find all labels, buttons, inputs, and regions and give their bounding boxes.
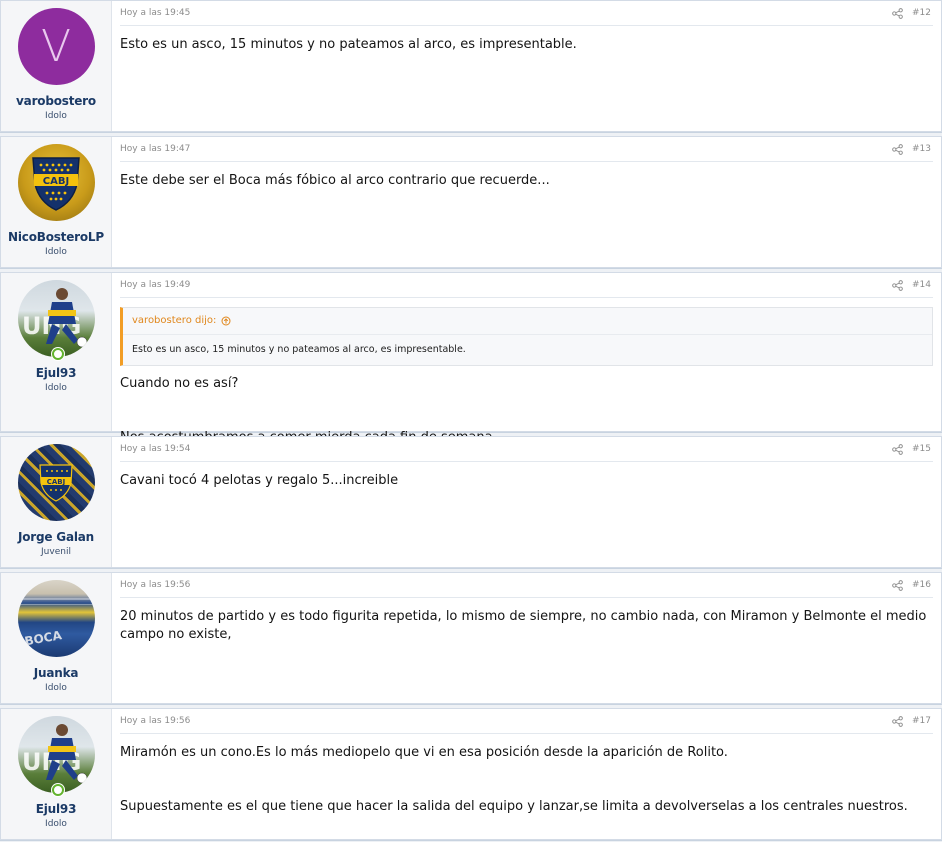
- post-user-cell: UNG Ejul93 Idolo: [1, 273, 112, 431]
- user-title: Idolo: [45, 819, 67, 829]
- post-main: Hoy a las 19:54 #15 Cavani tocó 4 pelota…: [112, 437, 941, 567]
- post-text: Este debe ser el Boca más fóbico al arco…: [120, 173, 550, 188]
- post-user-cell: V varobostero Idolo: [1, 1, 112, 131]
- username[interactable]: varobostero: [16, 94, 96, 108]
- svg-text:CABJ: CABJ: [47, 478, 66, 486]
- post-number[interactable]: #14: [912, 280, 931, 290]
- post-time[interactable]: Hoy a las 19:47: [120, 144, 190, 154]
- user-title: Idolo: [45, 683, 67, 693]
- username[interactable]: Juanka: [34, 666, 79, 680]
- post-time[interactable]: Hoy a las 19:49: [120, 280, 190, 290]
- post-17: UNG Ejul93 Idolo Hoy a las 19:56: [0, 708, 942, 840]
- user-title: Idolo: [45, 247, 67, 257]
- post-time[interactable]: Hoy a las 19:45: [120, 8, 190, 18]
- post-header: Hoy a las 19:47 #13: [120, 137, 933, 162]
- post-number[interactable]: #17: [912, 716, 931, 726]
- avatar[interactable]: UNG: [17, 280, 95, 357]
- post-number[interactable]: #15: [912, 444, 931, 454]
- post-number[interactable]: #12: [912, 8, 931, 18]
- post-time[interactable]: Hoy a las 19:56: [120, 580, 190, 590]
- post-body: 20 minutos de partido y es todo figurita…: [120, 598, 933, 644]
- post-header: Hoy a las 19:49 #14: [120, 273, 933, 298]
- post-15: CABJ Jorge Galan Juvenil Hoy a las 19:54…: [0, 436, 942, 568]
- share-icon[interactable]: [892, 579, 903, 591]
- svg-text:CABJ: CABJ: [43, 176, 69, 187]
- post-user-cell: CABJ Jorge Galan Juvenil: [1, 437, 112, 567]
- post-body: Miramón es un cono.Es lo más mediopelo q…: [120, 734, 933, 816]
- post-main: Hoy a las 19:56 #17 Miramón es un cono.E…: [112, 709, 941, 839]
- post-main: Hoy a las 19:45 #12 Esto es un asco, 15 …: [112, 1, 941, 131]
- post-text: Cuando no es así?: [120, 376, 239, 391]
- share-icon[interactable]: [892, 143, 903, 155]
- post-main: Hoy a las 19:56 #16 20 minutos de partid…: [112, 573, 941, 703]
- post-main: Hoy a las 19:49 #14 varobostero dijo: Es…: [112, 273, 941, 445]
- post-body: varobostero dijo: Esto es un asco, 15 mi…: [120, 298, 933, 447]
- thread: V varobostero Idolo Hoy a las 19:45 #12 …: [0, 0, 942, 842]
- club-crest-icon: CABJ: [39, 463, 73, 502]
- user-title: Idolo: [45, 383, 67, 393]
- post-body: Esto es un asco, 15 minutos y no pateamo…: [120, 26, 933, 54]
- post-13: CABJ NicoBosteroLP Idolo Hoy a las 19:47: [0, 136, 942, 268]
- avatar[interactable]: UNG: [17, 716, 95, 793]
- post-text: Cavani tocó 4 pelotas y regalo 5...incre…: [120, 473, 399, 488]
- post-16: BOCA Juanka Idolo Hoy a las 19:56 #16 20…: [0, 572, 942, 704]
- post-14: UNG Ejul93 Idolo Hoy a las 19:49: [0, 272, 942, 445]
- post-header: Hoy a las 19:45 #12: [120, 1, 933, 26]
- avatar[interactable]: CABJ: [17, 444, 95, 521]
- online-status-icon: [50, 783, 65, 797]
- club-crest-icon: CABJ: [32, 156, 80, 211]
- avatar[interactable]: BOCA: [17, 580, 95, 657]
- post-header: Hoy a las 19:56 #17: [120, 709, 933, 734]
- quote-author[interactable]: varobostero dijo:: [123, 308, 932, 335]
- post-body: Cavani tocó 4 pelotas y regalo 5...incre…: [120, 462, 933, 490]
- post-text: 20 minutos de partido y es todo figurita…: [120, 609, 927, 642]
- share-icon[interactable]: [892, 715, 903, 727]
- share-icon[interactable]: [892, 279, 903, 291]
- share-icon[interactable]: [892, 443, 903, 455]
- username[interactable]: NicoBosteroLP: [8, 230, 104, 244]
- avatar[interactable]: CABJ: [17, 144, 95, 221]
- username[interactable]: Jorge Galan: [18, 530, 94, 544]
- svg-text:BOCA: BOCA: [23, 628, 63, 648]
- post-user-cell: CABJ NicoBosteroLP Idolo: [1, 137, 112, 267]
- user-title: Juvenil: [41, 547, 71, 557]
- share-icon[interactable]: [892, 7, 903, 19]
- quote-author-label[interactable]: varobostero dijo:: [132, 312, 216, 330]
- avatar[interactable]: V: [17, 8, 95, 85]
- post-header: Hoy a las 19:56 #16: [120, 573, 933, 598]
- quote-block: varobostero dijo: Esto es un asco, 15 mi…: [120, 307, 933, 366]
- post-text: Esto es un asco, 15 minutos y no pateamo…: [120, 37, 577, 52]
- post-text: Miramón es un cono.Es lo más mediopelo q…: [120, 745, 728, 760]
- post-number[interactable]: #13: [912, 144, 931, 154]
- post-number[interactable]: #16: [912, 580, 931, 590]
- post-12: V varobostero Idolo Hoy a las 19:45 #12 …: [0, 0, 942, 132]
- quote-text: Esto es un asco, 15 minutos y no pateamo…: [132, 344, 466, 355]
- post-main: Hoy a las 19:47 #13 Este debe ser el Boc…: [112, 137, 941, 267]
- post-user-cell: UNG Ejul93 Idolo: [1, 709, 112, 839]
- post-header: Hoy a las 19:54 #15: [120, 437, 933, 462]
- user-title: Idolo: [45, 111, 67, 121]
- stadium-photo-icon: BOCA: [17, 598, 95, 648]
- username[interactable]: Ejul93: [36, 366, 77, 380]
- post-text: Supuestamente es el que tiene que hacer …: [120, 799, 908, 814]
- post-body: Este debe ser el Boca más fóbico al arco…: [120, 162, 933, 190]
- username[interactable]: Ejul93: [36, 802, 77, 816]
- player-photo-icon: UNG: [22, 724, 87, 784]
- arrow-up-icon[interactable]: [221, 316, 231, 326]
- post-time[interactable]: Hoy a las 19:56: [120, 716, 190, 726]
- player-photo-icon: UNG: [22, 288, 87, 348]
- post-user-cell: BOCA Juanka Idolo: [1, 573, 112, 703]
- post-time[interactable]: Hoy a las 19:54: [120, 444, 190, 454]
- avatar-letter: V: [40, 21, 72, 72]
- online-status-icon: [50, 347, 65, 361]
